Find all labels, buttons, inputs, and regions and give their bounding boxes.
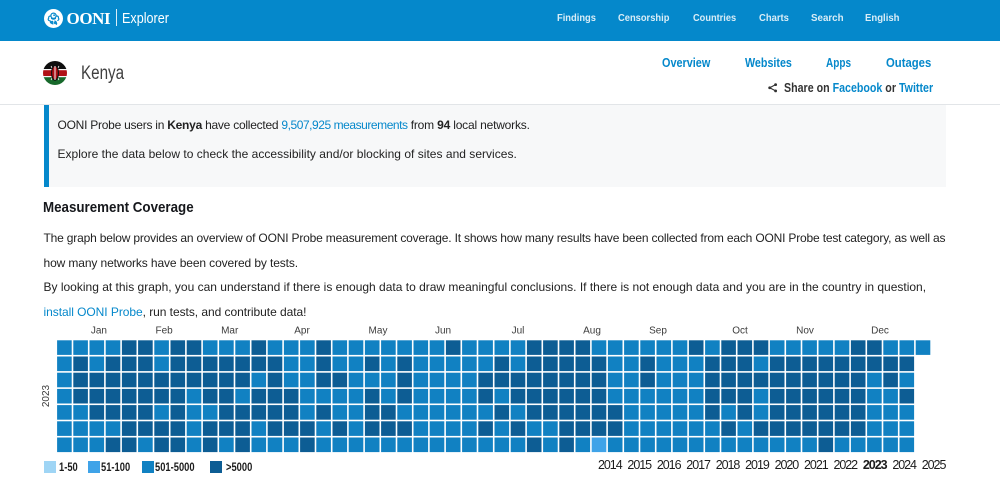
svg-text:May: May <box>369 326 388 337</box>
svg-text:Apr: Apr <box>294 326 310 337</box>
svg-text:Dec: Dec <box>871 326 889 337</box>
svg-text:Jun: Jun <box>435 326 451 337</box>
svg-text:Feb: Feb <box>155 326 173 337</box>
svg-text:Mar: Mar <box>221 326 239 337</box>
svg-text:2023: 2023 <box>41 384 52 407</box>
svg-text:Sep: Sep <box>649 326 667 337</box>
svg-text:Oct: Oct <box>732 326 748 337</box>
svg-text:Nov: Nov <box>796 326 814 337</box>
svg-text:Jan: Jan <box>91 326 107 337</box>
svg-text:Aug: Aug <box>583 326 601 337</box>
svg-text:Jul: Jul <box>512 326 525 337</box>
